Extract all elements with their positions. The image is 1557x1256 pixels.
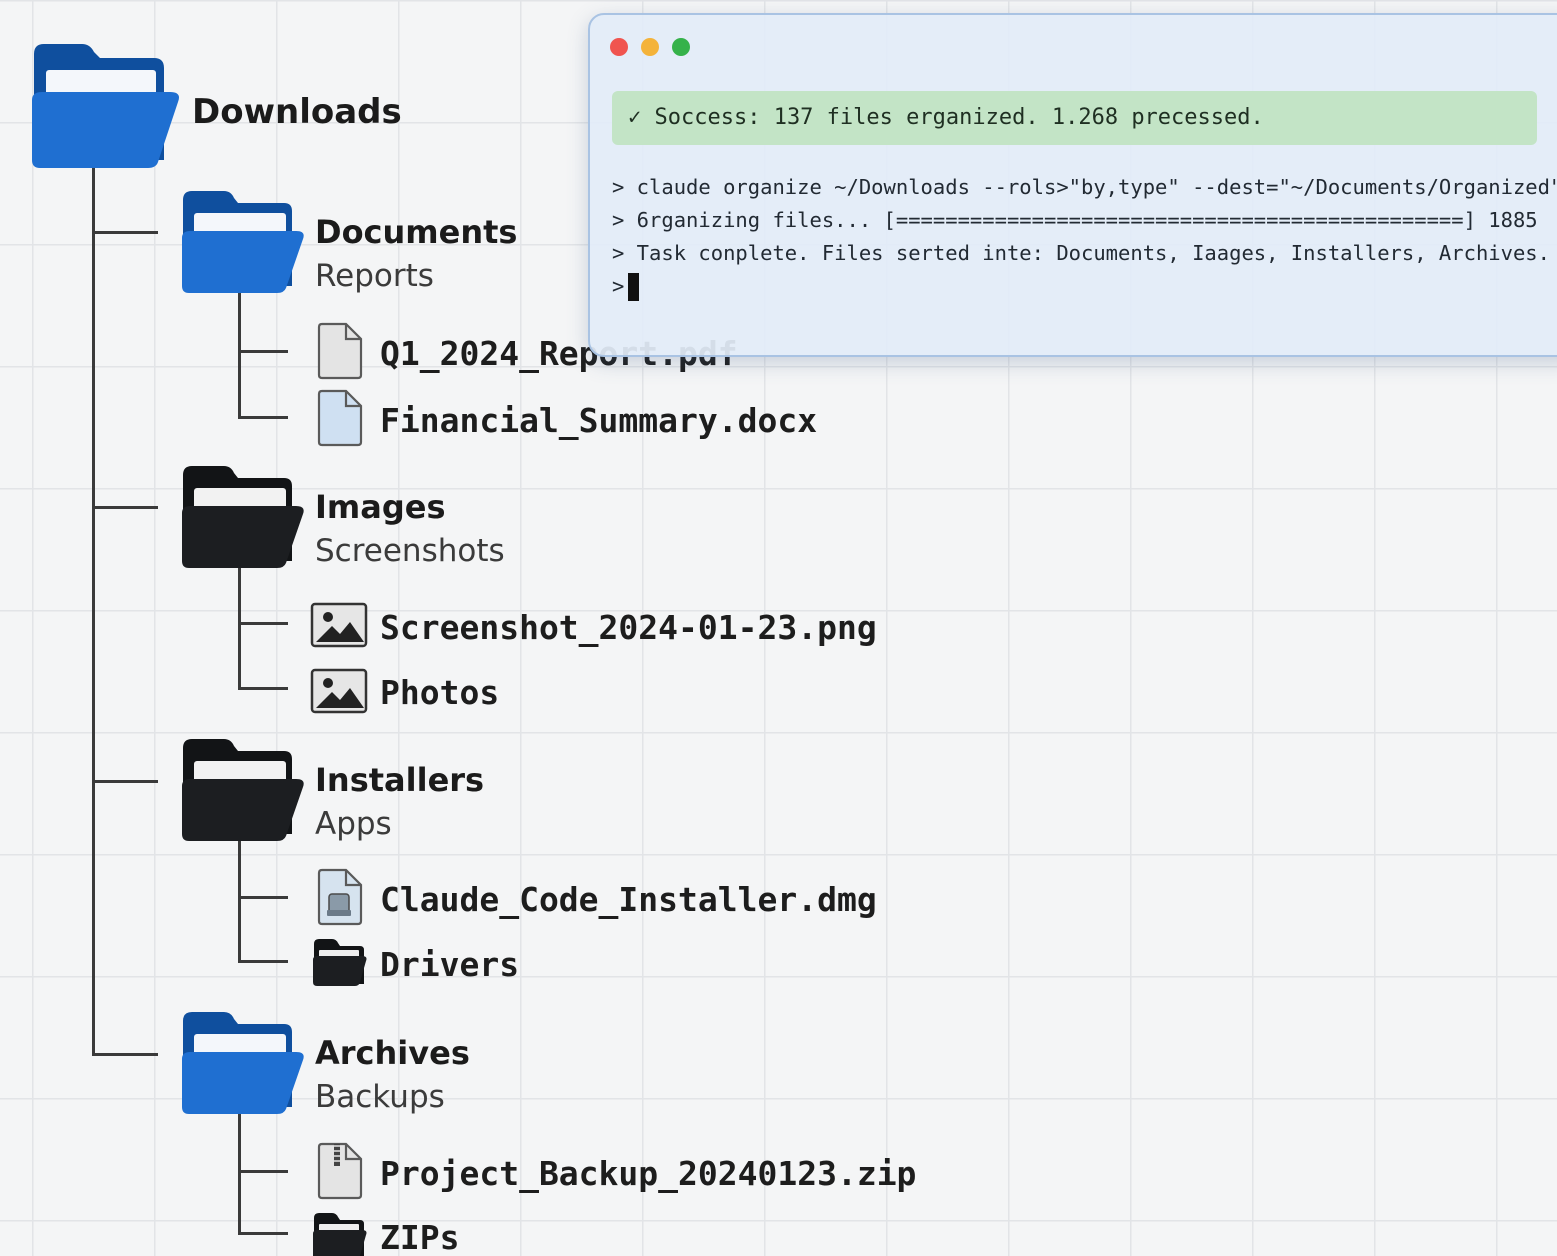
- terminal-result-line: > Task conplete. Files serted inte: Docu…: [612, 241, 1550, 265]
- folder-subtitle-screenshots: Screenshots: [315, 533, 505, 569]
- file-label: Photos: [380, 673, 500, 712]
- file-label: Screenshot_2024-01-23.png: [380, 608, 877, 647]
- text-cursor: [628, 273, 640, 301]
- folder-icon: [312, 936, 368, 988]
- tree-leaf-line: [238, 687, 288, 690]
- tree-branch-documents: [92, 231, 158, 234]
- folder-open-icon: [180, 736, 306, 844]
- folder-subtitle-reports: Reports: [315, 258, 434, 294]
- maximize-window-button[interactable]: [672, 38, 690, 56]
- terminal-prompt[interactable]: >: [612, 273, 640, 301]
- dmg-file-icon: [316, 868, 364, 926]
- terminal-window[interactable]: ✓ Soccess: 137 files erganized. 1.268 pr…: [588, 13, 1557, 357]
- folder-subtitle-apps: Apps: [315, 806, 392, 842]
- tree-leaf-line: [238, 416, 288, 419]
- tree-leaf-line: [238, 1232, 288, 1235]
- tree-trunk-line: [92, 168, 95, 1056]
- zip-file-icon: [316, 1142, 364, 1200]
- close-window-button[interactable]: [610, 38, 628, 56]
- terminal-progress-line: > 6rganizing files... [=================…: [612, 208, 1538, 232]
- file-label: Drivers: [380, 945, 520, 984]
- folder-open-icon: [180, 188, 306, 296]
- folder-label-documents: Documents: [315, 213, 518, 251]
- tree-sub-trunk-archives: [238, 1112, 241, 1234]
- folder-icon: [312, 1210, 368, 1256]
- docx-file-icon: [316, 389, 364, 447]
- tree-leaf-line: [238, 960, 288, 963]
- tree-branch-archives: [92, 1053, 158, 1056]
- tree-sub-trunk-installers: [238, 838, 241, 962]
- file-label: Project_Backup_20240123.zip: [380, 1154, 917, 1193]
- folder-open-icon: [30, 40, 182, 172]
- folder-open-icon: [180, 463, 306, 571]
- file-label: ZIPs: [380, 1218, 460, 1256]
- tree-leaf-line: [238, 896, 288, 899]
- folder-label-archives: Archives: [315, 1034, 470, 1072]
- tree-leaf-line: [238, 622, 288, 625]
- success-message: ✓ Soccess: 137 files erganized. 1.268 pr…: [628, 105, 1264, 130]
- success-banner: ✓ Soccess: 137 files erganized. 1.268 pr…: [612, 91, 1537, 145]
- tree-leaf-line: [238, 350, 288, 353]
- terminal-command-line: > claude organize ~/Downloads --rols>"by…: [612, 175, 1557, 199]
- tree-sub-trunk-documents: [238, 292, 241, 418]
- folder-label-installers: Installers: [315, 761, 485, 799]
- prompt-symbol: >: [612, 274, 625, 298]
- tree-sub-trunk-images: [238, 566, 241, 689]
- tree-branch-images: [92, 506, 158, 509]
- file-label: Claude_Code_Installer.dmg: [380, 880, 877, 919]
- file-label: Financial_Summary.docx: [380, 401, 818, 440]
- pdf-file-icon: [316, 322, 364, 380]
- tree-leaf-line: [238, 1170, 288, 1173]
- minimize-window-button[interactable]: [641, 38, 659, 56]
- folder-subtitle-backups: Backups: [315, 1079, 445, 1115]
- folder-label-images: Images: [315, 488, 446, 526]
- image-file-icon: [310, 602, 368, 648]
- folder-open-icon: [180, 1009, 306, 1117]
- image-file-icon: [310, 668, 368, 714]
- tree-branch-installers: [92, 780, 158, 783]
- folder-label-downloads: Downloads: [192, 92, 402, 132]
